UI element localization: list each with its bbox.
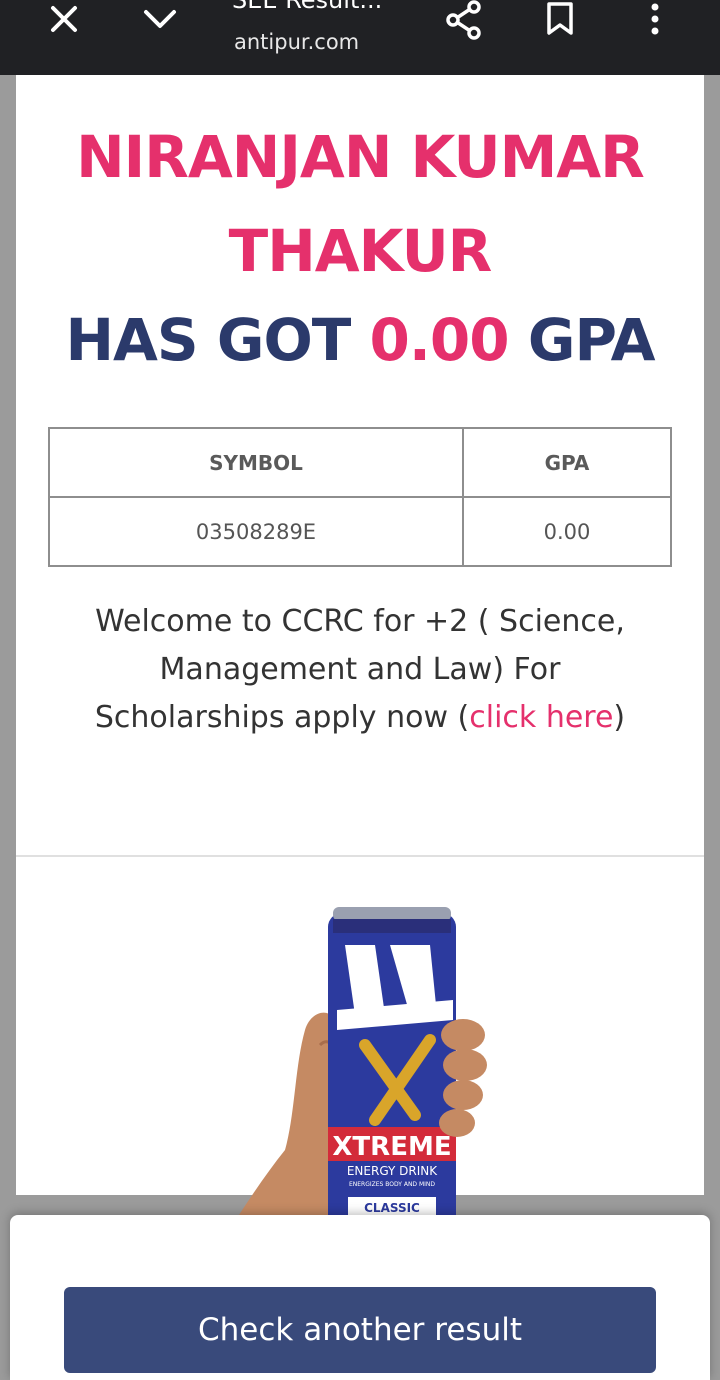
gpa-headline-value: 0.00 [369,306,510,374]
result-table: SYMBOL GPA 03508289E 0.00 [48,427,672,567]
chevron-down-icon[interactable] [138,0,182,36]
gpa-header: GPA [462,427,672,498]
student-name-line1: NIRANJAN KUMAR [76,123,645,191]
can-tagline: ENERGIZES BODY AND MIND [349,1181,435,1188]
divider [16,855,704,857]
can-variant: CLASSIC [364,1201,420,1215]
gpa-headline: HAS GOT 0.00 GPA [0,305,720,375]
can-subtitle: ENERGY DRINK [347,1164,438,1178]
close-icon[interactable] [44,0,84,38]
share-icon[interactable] [441,0,487,40]
can-brand: XTREME [332,1132,451,1162]
more-vertical-icon[interactable] [640,0,670,38]
browser-toolbar: SEE Result... antipur.com [0,0,720,75]
gpa-headline-suffix: GPA [508,306,656,374]
table-row: 03508289E 0.00 [48,496,672,567]
welcome-message: Welcome to CCRC for +2 ( Science, Manage… [60,598,660,742]
student-name-line2: THAKUR [228,217,493,285]
page-title: SEE Result... [232,0,383,14]
table-header-row: SYMBOL GPA [48,427,672,498]
gpa-headline-prefix: HAS GOT [65,306,370,374]
gpa-cell: 0.00 [462,496,672,567]
page-url[interactable]: antipur.com [234,30,359,54]
bookmark-icon[interactable] [542,0,578,38]
check-another-result-button[interactable]: Check another result [64,1287,656,1373]
welcome-text-end: ) [613,700,626,735]
click-here-link[interactable]: click here [469,700,613,735]
symbol-header: SYMBOL [48,427,464,498]
student-name: NIRANJAN KUMAR THAKUR [0,110,720,298]
energy-drink-ad[interactable]: XTREME ENERGY DRINK ENERGIZES BODY AND M… [225,905,490,1240]
symbol-cell: 03508289E [48,496,464,567]
